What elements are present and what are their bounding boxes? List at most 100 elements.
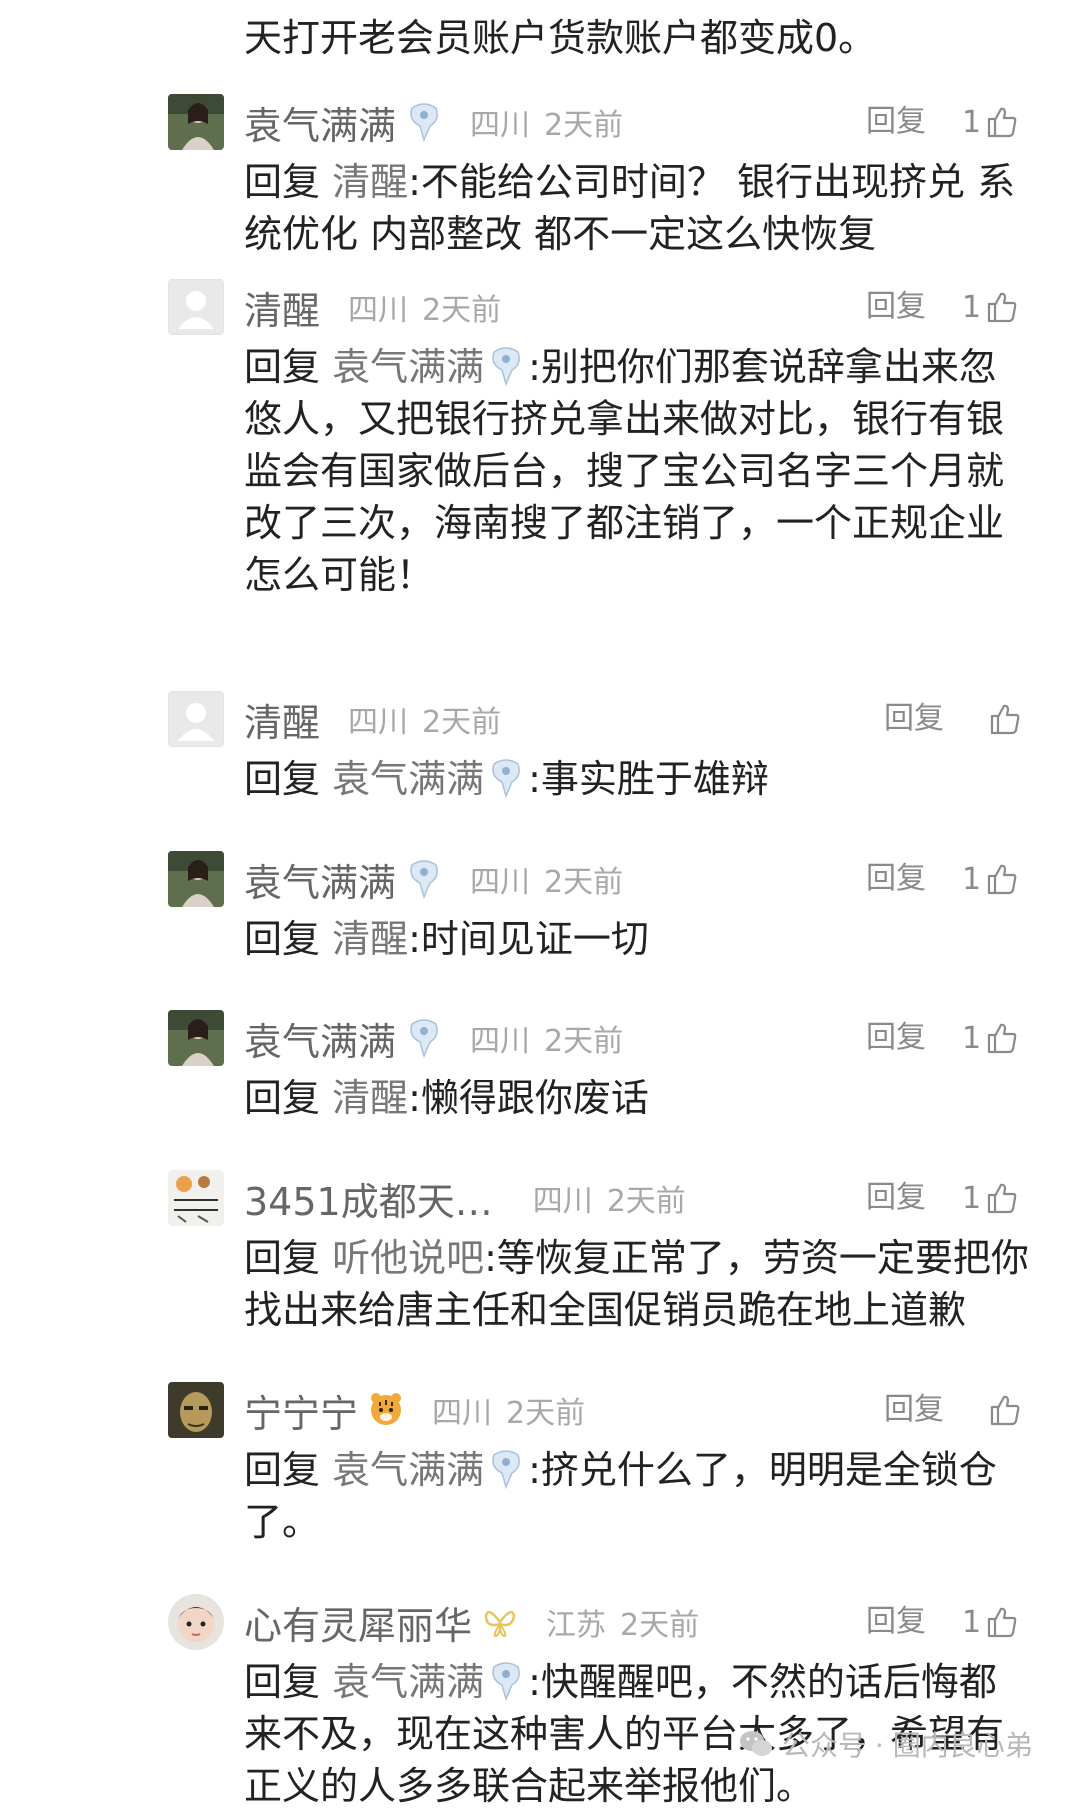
thumbs-up-icon: [985, 1021, 1019, 1055]
comment-location: 四川: [470, 865, 531, 900]
reply-button[interactable]: 回复: [884, 1382, 944, 1438]
thumbs-up-icon: [985, 1605, 1019, 1639]
reply-target-name[interactable]: 清醒: [332, 917, 408, 961]
comment-time: 2天前: [506, 1396, 586, 1431]
reply-target-name[interactable]: 袁气满满: [332, 1660, 484, 1704]
like-count: 1: [962, 1020, 982, 1056]
like-button[interactable]: 1: [962, 851, 1019, 907]
like-button[interactable]: [988, 691, 1022, 747]
like-count: 1: [962, 289, 982, 325]
child-photo-avatar[interactable]: [168, 1594, 224, 1650]
watermark-text: 公众号 · 圈内良心弟: [782, 1729, 1033, 1762]
reply-button[interactable]: 回复: [866, 1170, 926, 1226]
reply-button[interactable]: 回复: [884, 691, 944, 747]
thumbs-up-icon: [985, 862, 1019, 896]
reply-prefix: 回复: [244, 1660, 321, 1704]
blue-fan-badge-icon: [488, 758, 524, 798]
blue-fan-badge-icon: [406, 102, 442, 142]
comment-location: 四川: [532, 1184, 593, 1219]
thumbs-up-icon: [988, 1393, 1022, 1427]
reply-prefix: 回复: [244, 1236, 321, 1280]
comment-text: 回复 袁气满满:别把你们那套说辞拿出来忽悠人，又把银行挤兑拿出来做对比，银行有银…: [244, 341, 1034, 601]
commenter-name[interactable]: 心有灵犀丽华: [244, 1595, 472, 1650]
comment-text: 回复 清醒:懒得跟你废话: [244, 1072, 1034, 1124]
comment-time: 2天前: [544, 1024, 624, 1059]
gold-butterfly-badge-icon: [482, 1602, 518, 1642]
reply-prefix: 回复: [244, 757, 321, 801]
comment-time: 2天前: [544, 865, 624, 900]
commenter-name[interactable]: 宁宁宁: [244, 1383, 358, 1438]
reply-prefix: 回复: [244, 917, 321, 961]
comment-time: 2天前: [620, 1608, 700, 1643]
like-count: 1: [962, 1604, 982, 1640]
comment-location: 江苏: [546, 1608, 607, 1643]
default-user-avatar[interactable]: [168, 691, 224, 747]
blue-fan-badge-icon: [488, 1449, 524, 1489]
like-button[interactable]: 1: [962, 1010, 1019, 1066]
watermark: 公众号 · 圈内良心弟: [738, 1724, 1033, 1764]
reply-prefix: 回复: [244, 1448, 321, 1492]
like-count: 1: [962, 861, 982, 897]
commenter-name[interactable]: 袁气满满: [244, 1011, 396, 1066]
reply-target-name[interactable]: 清醒: [332, 160, 408, 204]
reply-button[interactable]: 回复: [866, 94, 926, 150]
woman-photo-avatar[interactable]: [168, 851, 224, 907]
thumbs-up-icon: [988, 702, 1022, 736]
blue-fan-badge-icon: [406, 859, 442, 899]
comment-text: 回复 听他说吧:等恢复正常了，劳资一定要把你找出来给唐主任和全国促销员跪在地上道…: [244, 1232, 1034, 1336]
text-sticker-avatar[interactable]: [168, 1170, 224, 1226]
comment-time: 2天前: [422, 705, 502, 740]
previous-comment-tail: 天打开老会员账户货款账户都变成0。: [244, 16, 877, 60]
reply-prefix: 回复: [244, 345, 321, 389]
blue-fan-badge-icon: [406, 1018, 442, 1058]
woman-photo-avatar[interactable]: [168, 94, 224, 150]
like-button[interactable]: 1: [962, 94, 1019, 150]
commenter-name[interactable]: 清醒: [244, 692, 320, 747]
wechat-icon: [738, 1729, 774, 1759]
comment-location: 四川: [348, 705, 409, 740]
reply-target-name[interactable]: 袁气满满: [332, 1448, 484, 1492]
reply-target-name[interactable]: 袁气满满: [332, 757, 484, 801]
reply-prefix: 回复: [244, 160, 321, 204]
reply-target-name[interactable]: 袁气满满: [332, 345, 484, 389]
like-button[interactable]: 1: [962, 279, 1019, 335]
reply-target-name[interactable]: 清醒: [332, 1076, 408, 1120]
comment-location: 四川: [470, 108, 531, 143]
reply-button[interactable]: 回复: [866, 851, 926, 907]
comment-location: 四川: [348, 293, 409, 328]
thumbs-up-icon: [985, 1181, 1019, 1215]
comment-content: :时间见证一切: [408, 917, 649, 961]
thumbs-up-icon: [985, 105, 1019, 139]
comment-time: 2天前: [422, 293, 502, 328]
comment-time: 2天前: [544, 108, 624, 143]
comment-text: 回复 袁气满满:挤兑什么了，明明是全锁仓了。: [244, 1444, 1034, 1548]
reply-button[interactable]: 回复: [866, 279, 926, 335]
tiger-badge-icon: [368, 1390, 404, 1430]
comment-text: 回复 袁气满满 :事实胜于雄辩: [244, 753, 1034, 805]
blue-fan-badge-icon: [488, 346, 524, 386]
reply-prefix: 回复: [244, 1076, 321, 1120]
thumbs-up-icon: [985, 290, 1019, 324]
comment-text: 回复 清醒:时间见证一切: [244, 913, 1034, 965]
commenter-name[interactable]: 3451成都天…: [244, 1171, 493, 1226]
man-face-avatar[interactable]: [168, 1382, 224, 1438]
like-button[interactable]: [988, 1382, 1022, 1438]
like-count: 1: [962, 1180, 982, 1216]
like-button[interactable]: 1: [962, 1594, 1019, 1650]
default-user-avatar[interactable]: [168, 279, 224, 335]
like-button[interactable]: 1: [962, 1170, 1019, 1226]
comment-location: 四川: [432, 1396, 493, 1431]
reply-button[interactable]: 回复: [866, 1594, 926, 1650]
reply-button[interactable]: 回复: [866, 1010, 926, 1066]
comment-location: 四川: [470, 1024, 531, 1059]
commenter-name[interactable]: 袁气满满: [244, 95, 396, 150]
comment-text: 回复 清醒:不能给公司时间？ 银行出现挤兑 系统优化 内部整改 都不一定这么快恢…: [244, 156, 1034, 260]
comment-content: :懒得跟你废话: [408, 1076, 649, 1120]
reply-target-name[interactable]: 听他说吧: [332, 1236, 484, 1280]
like-count: 1: [962, 104, 982, 140]
woman-photo-avatar[interactable]: [168, 1010, 224, 1066]
blue-fan-badge-icon: [488, 1661, 524, 1701]
commenter-name[interactable]: 清醒: [244, 280, 320, 335]
comment-content: :事实胜于雄辩: [528, 757, 769, 801]
commenter-name[interactable]: 袁气满满: [244, 852, 396, 907]
